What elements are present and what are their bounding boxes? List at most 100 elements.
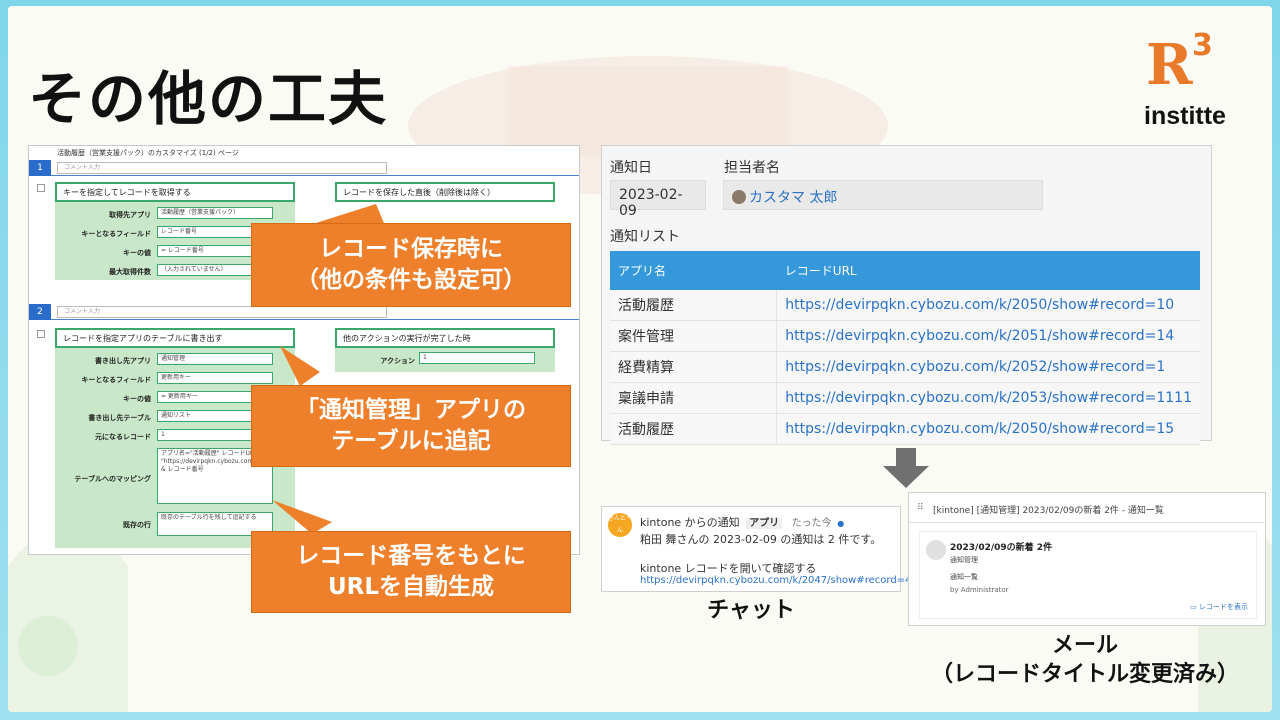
logo-text: institte — [1144, 102, 1226, 130]
app-cell: 案件管理 — [610, 320, 778, 352]
mail-caption-line: （レコードタイトル変更済み） — [930, 661, 1239, 687]
callout-url-generate: レコード番号をもとに URLを自動生成 — [251, 531, 571, 613]
chat-message: 粕田 舞さんの 2023-02-09 の通知は 2 件です。 — [640, 533, 882, 546]
callout-line: （他の条件も設定可） — [296, 267, 526, 293]
column-header: アプリ名 — [610, 251, 777, 290]
card-list: 通知一覧 — [950, 573, 978, 581]
notification-table: アプリ名 レコードURL 活動履歴 https://devirpqkn.cyboz… — [610, 251, 1200, 445]
grid-icon: ⠿ — [917, 503, 924, 513]
table-row: 活動履歴 https://devirpqkn.cybozu.com/k/2050/… — [610, 413, 1200, 445]
field-value[interactable]: 1 — [419, 352, 535, 364]
app-cell: 稟議申請 — [610, 382, 778, 414]
kintone-avatar: きんとーん — [608, 513, 632, 537]
user-avatar-icon — [732, 190, 746, 204]
app-badge: アプリ — [746, 518, 783, 529]
panel-header: 活動履歴（営業支援パック）のカスタマイズ (1/2) ページ — [57, 149, 239, 157]
section-number: 2 — [29, 304, 51, 320]
field-value[interactable]: 活動履歴（営業支援パック） — [157, 207, 273, 219]
section-number: 1 — [29, 160, 51, 176]
mail-subject-bar: ⠿ [kintone] [通知管理] 2023/02/09の新着 2件 - 通知… — [909, 493, 1265, 523]
callout-line: テーブルに追記 — [331, 428, 491, 454]
field-label: キーの値 — [123, 395, 151, 403]
callout-line: レコード保存時に — [319, 235, 503, 262]
field-value[interactable]: 更新用キー — [157, 372, 273, 384]
table-row: 経費精算 https://devirpqkn.cybozu.com/k/2052/… — [610, 351, 1200, 383]
url-link[interactable]: https://devirpqkn.cybozu.com/k/2050/show… — [776, 413, 1200, 445]
table-row: 稟議申請 https://devirpqkn.cybozu.com/k/2053/… — [610, 382, 1200, 414]
notification-record-panel: 通知日 2023-02-09 担当者名 カスタマ 太郎 通知リスト アプリ名 レ… — [601, 145, 1212, 445]
comment-icon: ▭ — [1190, 603, 1197, 611]
comment-input[interactable]: コメント入力 — [57, 306, 387, 318]
chat-time: たった今 — [791, 518, 832, 529]
trigger-title-box: レコードを保存した直後（削除後は除く） — [335, 182, 555, 202]
mail-subject: [kintone] [通知管理] 2023/02/09の新着 2件 - 通知一覧 — [933, 506, 1164, 516]
field-label: 最大取得件数 — [109, 268, 151, 276]
app-icon — [926, 540, 946, 560]
app-cell: 活動履歴 — [610, 413, 778, 445]
callout-save-trigger: レコード保存時に （他の条件も設定可） — [251, 223, 571, 307]
mail-card: 2023/02/09の新着 2件 通知管理 通知一覧 by Administra… — [919, 531, 1257, 619]
person-value[interactable]: カスタマ 太郎 — [749, 190, 837, 206]
view-record-label: レコードを表示 — [1199, 603, 1248, 611]
field-value[interactable]: = レコード番号 — [157, 245, 253, 257]
section-checkbox[interactable] — [37, 184, 45, 192]
action-title-box: キーを指定してレコードを取得する — [55, 182, 295, 202]
chat-sender: kintone からの通知 — [640, 516, 740, 529]
app-cell: 経費精算 — [610, 351, 778, 383]
field-label: 書き出し先アプリ — [95, 357, 151, 365]
field-label: 既存の行 — [123, 521, 151, 529]
field-label: 取得先アプリ — [109, 211, 151, 219]
column-header: レコードURL — [776, 251, 1200, 290]
field-label: アクション — [380, 357, 415, 365]
field-label: 書き出し先テーブル — [88, 414, 151, 422]
card-app: 通知管理 — [950, 556, 978, 564]
url-link[interactable]: https://devirpqkn.cybozu.com/k/2053/show… — [776, 382, 1200, 414]
callout-line: URLを自動生成 — [327, 574, 495, 600]
person-label: 担当者名 — [724, 160, 780, 176]
view-record-link[interactable]: ▭ レコードを表示 — [1190, 602, 1248, 612]
brand-logo: R 3 institte — [1140, 28, 1250, 142]
field-value[interactable]: レコード番号 — [157, 226, 253, 238]
field-label: 元になるレコード — [95, 433, 151, 441]
callout-pointer — [272, 500, 332, 534]
card-by: by Administrator — [950, 586, 1009, 594]
chat-caption: チャット — [707, 598, 795, 623]
logo-number: 3 — [1192, 28, 1213, 63]
chat-link[interactable]: https://devirpqkn.cybozu.com/k/2047/show… — [640, 575, 911, 586]
list-label: 通知リスト — [610, 229, 680, 245]
logo-letter: R — [1146, 32, 1193, 98]
field-label: キーとなるフィールド — [81, 230, 151, 238]
chat-notification: きんとーん kintone からの通知 アプリ たった今 ● 粕田 舞さんの 2… — [601, 506, 911, 592]
person-field: カスタマ 太郎 — [723, 180, 1043, 210]
section-checkbox[interactable] — [37, 330, 45, 338]
table-row: 活動履歴 https://devirpqkn.cybozu.com/k/2050/… — [610, 290, 1200, 321]
table-row: 案件管理 https://devirpqkn.cybozu.com/k/2051/… — [610, 320, 1200, 352]
url-link[interactable]: https://devirpqkn.cybozu.com/k/2050/show… — [776, 290, 1200, 321]
action-title-box: レコードを指定アプリのテーブルに書き出す — [55, 328, 295, 348]
field-value[interactable]: （入力されていません） — [157, 264, 253, 276]
comment-input[interactable]: コメント入力 — [57, 162, 387, 174]
field-label: テーブルへのマッピング — [74, 475, 151, 483]
unread-dot-icon: ● — [837, 519, 845, 528]
mail-caption-line: メール — [1051, 633, 1118, 658]
down-arrow-icon — [883, 448, 929, 488]
field-label: キーとなるフィールド — [81, 376, 151, 384]
slide-title: その他の工夫 — [28, 65, 389, 133]
field-value[interactable]: 通知管理 — [157, 353, 273, 365]
callout-pointer — [280, 346, 320, 386]
section-bar-1: 1 コメント入力 — [29, 160, 579, 176]
mail-preview: ⠿ [kintone] [通知管理] 2023/02/09の新着 2件 - 通知… — [908, 492, 1266, 626]
chat-line2: kintone レコードを開いて確認する — [640, 562, 817, 575]
date-value: 2023-02-09 — [610, 180, 706, 219]
callout-table-append: 「通知管理」アプリの テーブルに追記 — [251, 385, 571, 467]
card-title: 2023/02/09の新着 2件 — [950, 543, 1053, 553]
trigger-title-box: 他のアクションの実行が完了した時 — [335, 328, 555, 348]
url-link[interactable]: https://devirpqkn.cybozu.com/k/2052/show… — [776, 351, 1200, 383]
mail-caption: メール （レコードタイトル変更済み） — [900, 632, 1270, 689]
callout-line: 「通知管理」アプリの — [296, 396, 526, 423]
url-link[interactable]: https://devirpqkn.cybozu.com/k/2051/show… — [776, 320, 1200, 352]
callout-line: レコード番号をもとに — [296, 542, 526, 569]
date-label: 通知日 — [610, 160, 652, 176]
field-label: キーの値 — [123, 249, 151, 257]
app-cell: 活動履歴 — [610, 290, 778, 321]
